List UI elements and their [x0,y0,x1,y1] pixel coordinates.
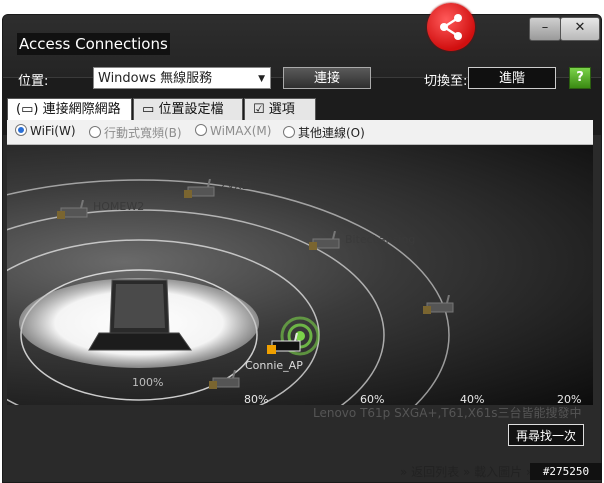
profile-icon: ▭ [142,102,155,117]
advanced-button[interactable]: 進階 [468,67,556,89]
radio-label: 行動式寬頻(B) [104,126,182,140]
location-label: 位置: [18,74,49,89]
help-icon[interactable]: ? [569,67,591,89]
checkbox-icon: ☑ [253,102,265,117]
background-page-text: Lenovo T61p SXGA+,T61,X61s三台皆能搜發中 [313,406,582,420]
radio-other[interactable]: 其他連線(O) [283,124,365,141]
chevron-down-icon: ▼ [258,74,265,84]
ap-name: BitecLansing [345,233,416,246]
share-glyph-icon [440,14,462,40]
ap-name: ZyXEL [220,179,255,192]
network-icon: (▭) [16,102,39,117]
switch-to-label: 切換至: [424,74,468,89]
network-map: 100% 80% 60% 40% 20% HOMEW2 ZyXEL BitecL… [7,145,593,405]
router-lock-icon [309,230,340,250]
tab-connect-internet[interactable]: (▭) 連接網際網路 [7,98,132,120]
radio-dot [89,126,101,138]
ap-name: Connie_AP [245,359,303,372]
radio-dot [195,124,207,136]
router-lock-icon [57,199,88,219]
tab-label: 連接網際網路 [42,102,121,117]
ring-label-100: 100% [132,376,164,389]
radio-mobile-broadband[interactable]: 行動式寬頻(B) [89,124,182,141]
router-lock-icon [267,333,301,354]
tab-label: 選項 [268,102,295,117]
connect-button[interactable]: 連接 [283,67,371,89]
radio-dot [15,124,27,136]
share-icon[interactable] [427,3,475,51]
access-point-unnamed-1[interactable] [423,294,457,321]
tab-options[interactable]: ☑ 選項 [244,98,316,120]
radio-wifi[interactable]: WiFi(W) [15,124,76,138]
tab-location-profiles[interactable]: ▭ 位置設定檔 [133,98,243,120]
access-point-unnamed-2[interactable] [209,369,243,396]
radio-dot [283,126,295,138]
ring-label-80: 80% [244,393,269,405]
search-again-button[interactable]: 再尋找一次 [508,424,584,446]
tab-label: 位置設定檔 [158,102,224,117]
access-point-zyxel[interactable]: ZyXEL [184,178,255,205]
radio-wimax[interactable]: WiMAX(M) [195,124,271,138]
radio-label: WiMAX(M) [210,124,272,138]
close-button[interactable]: ✕ [560,17,600,41]
footer-links[interactable]: » 返回列表 » 載入圖片 » [400,463,533,480]
location-select-value: Windows 無線服務 [98,71,213,86]
location-select[interactable]: Windows 無線服務 ▼ [93,67,271,89]
watermark: #275250 [530,463,602,480]
access-point-homew2[interactable]: HOMEW2 [57,199,144,226]
radio-label: WiFi(W) [30,124,76,138]
connection-type-row: WiFi(W) 行動式寬頻(B) WiMAX(M) 其他連線(O) [7,120,593,145]
ap-name: HOMEW2 [93,200,145,213]
router-lock-icon [184,178,215,198]
radio-label: 其他連線(O) [298,126,365,140]
router-lock-icon [209,369,240,389]
window-title: Access Connections [17,33,170,55]
router-lock-icon [423,294,454,314]
minimize-button[interactable]: – [529,17,561,41]
access-point-biteclansing[interactable]: BitecLansing [309,230,415,257]
